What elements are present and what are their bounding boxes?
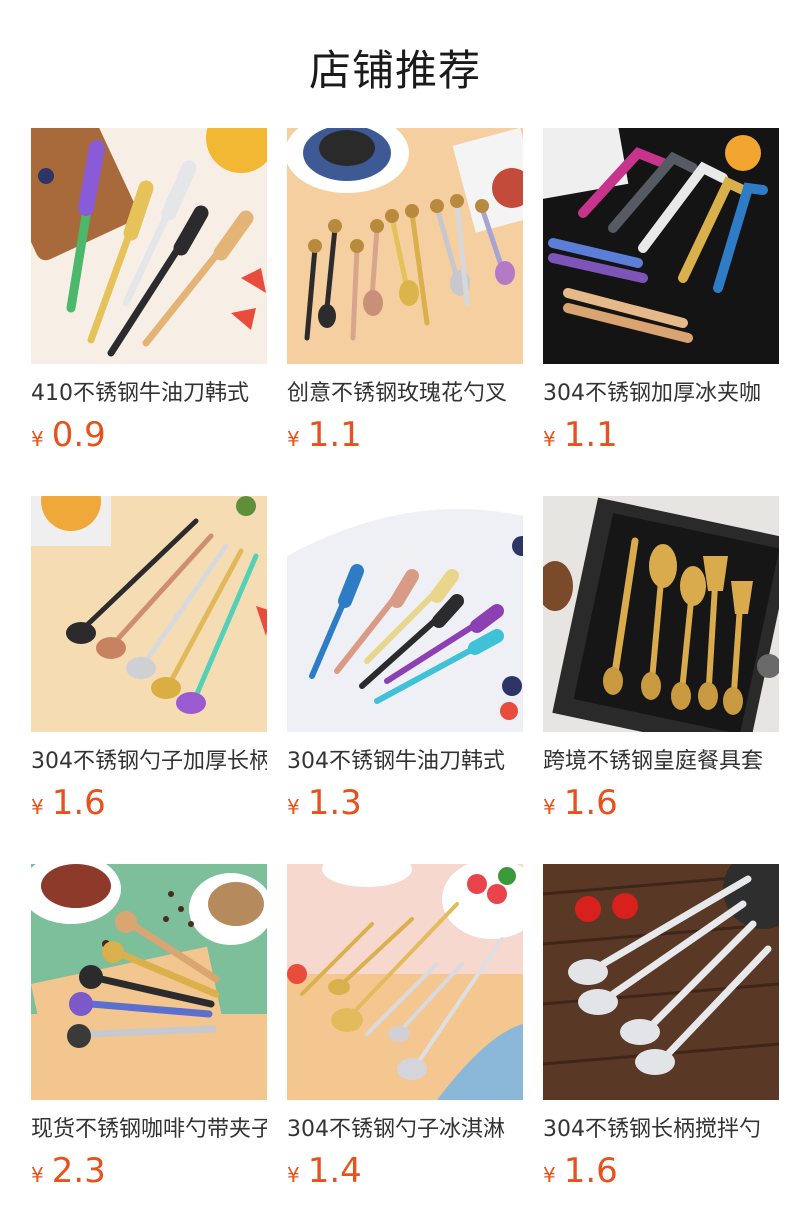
product-title[interactable]: 创意不锈钢玫瑰花勺叉 xyxy=(287,379,523,409)
product-image[interactable] xyxy=(543,496,779,732)
price-value: 1.6 xyxy=(51,783,106,823)
product-title[interactable]: 304不锈钢长柄搅拌勺 xyxy=(543,1115,779,1145)
product-price: ¥ 1.6 xyxy=(543,1151,779,1195)
price-value: 1.1 xyxy=(563,415,618,455)
currency-symbol: ¥ xyxy=(31,427,44,451)
product-title[interactable]: 304不锈钢加厚冰夹咖 xyxy=(543,379,779,409)
price-value: 1.6 xyxy=(563,1151,618,1191)
product-card[interactable]: 304不锈钢牛油刀韩式 ¥ 1.3 xyxy=(287,496,523,864)
currency-symbol: ¥ xyxy=(543,1163,556,1187)
product-price: ¥ 2.3 xyxy=(31,1151,267,1195)
price-value: 0.9 xyxy=(51,415,106,455)
section-header: 店铺推荐 xyxy=(0,0,790,128)
product-image[interactable] xyxy=(287,128,523,364)
product-image[interactable] xyxy=(31,496,267,732)
price-value: 1.6 xyxy=(563,783,618,823)
product-title[interactable]: 跨境不锈钢皇庭餐具套 xyxy=(543,747,779,777)
product-image[interactable] xyxy=(543,128,779,364)
currency-symbol: ¥ xyxy=(31,795,44,819)
product-image[interactable] xyxy=(31,864,267,1100)
price-value: 1.4 xyxy=(307,1151,362,1191)
product-price: ¥ 1.1 xyxy=(543,415,779,459)
product-price: ¥ 1.3 xyxy=(287,783,523,827)
currency-symbol: ¥ xyxy=(543,795,556,819)
product-card[interactable]: 304不锈钢勺子冰淇淋 ¥ 1.4 xyxy=(287,864,523,1232)
product-card[interactable]: 现货不锈钢咖啡勺带夹子 ¥ 2.3 xyxy=(31,864,267,1232)
product-price: ¥ 1.6 xyxy=(543,783,779,827)
product-title[interactable]: 304不锈钢勺子加厚长柄 xyxy=(31,747,267,777)
product-card[interactable]: 304不锈钢长柄搅拌勺 ¥ 1.6 xyxy=(543,864,779,1232)
price-value: 1.3 xyxy=(307,783,362,823)
product-price: ¥ 1.1 xyxy=(287,415,523,459)
product-grid: 410不锈钢牛油刀韩式 ¥ 0.9 创意不锈钢玫瑰花勺叉 ¥ 1.1 304不锈… xyxy=(31,128,779,1232)
product-title[interactable]: 304不锈钢牛油刀韩式 xyxy=(287,747,523,777)
product-price: ¥ 0.9 xyxy=(31,415,267,459)
currency-symbol: ¥ xyxy=(287,427,300,451)
product-card[interactable]: 跨境不锈钢皇庭餐具套 ¥ 1.6 xyxy=(543,496,779,864)
currency-symbol: ¥ xyxy=(287,1163,300,1187)
price-value: 2.3 xyxy=(51,1151,106,1191)
product-image[interactable] xyxy=(543,864,779,1100)
product-image[interactable] xyxy=(287,496,523,732)
product-card[interactable]: 创意不锈钢玫瑰花勺叉 ¥ 1.1 xyxy=(287,128,523,496)
product-title[interactable]: 现货不锈钢咖啡勺带夹子 xyxy=(31,1115,267,1145)
product-card[interactable]: 304不锈钢加厚冰夹咖 ¥ 1.1 xyxy=(543,128,779,496)
product-price: ¥ 1.4 xyxy=(287,1151,523,1195)
product-card[interactable]: 304不锈钢勺子加厚长柄 ¥ 1.6 xyxy=(31,496,267,864)
currency-symbol: ¥ xyxy=(543,427,556,451)
currency-symbol: ¥ xyxy=(287,795,300,819)
product-price: ¥ 1.6 xyxy=(31,783,267,827)
product-image[interactable] xyxy=(31,128,267,364)
product-title[interactable]: 410不锈钢牛油刀韩式 xyxy=(31,379,267,409)
section-title: 店铺推荐 xyxy=(308,45,481,95)
price-value: 1.1 xyxy=(307,415,362,455)
product-image[interactable] xyxy=(287,864,523,1100)
product-card[interactable]: 410不锈钢牛油刀韩式 ¥ 0.9 xyxy=(31,128,267,496)
product-title[interactable]: 304不锈钢勺子冰淇淋 xyxy=(287,1115,523,1145)
currency-symbol: ¥ xyxy=(31,1163,44,1187)
